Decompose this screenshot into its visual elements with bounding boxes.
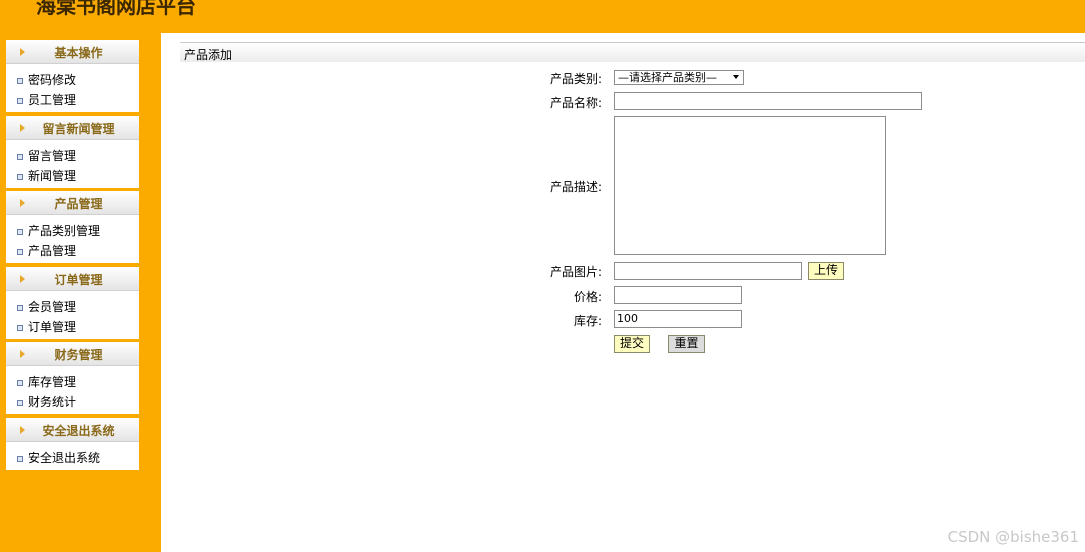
price-input[interactable]	[614, 286, 742, 304]
menu-group-header[interactable]: 基本操作	[6, 40, 139, 64]
category-label: 产品类别:	[549, 72, 602, 86]
menu-item-label: 财务统计	[28, 395, 77, 409]
menu-item-orders[interactable]: 订单管理	[6, 317, 139, 337]
menu-group-title: 产品管理	[54, 197, 103, 211]
menu-group-basic: 基本操作 密码修改 员工管理	[6, 40, 139, 112]
menu-item-label: 留言管理	[28, 149, 77, 163]
menu-group-products: 产品管理 产品类别管理 产品管理	[6, 191, 139, 263]
menu-group-orders: 订单管理 会员管理 订单管理	[6, 267, 139, 339]
bullet-icon	[17, 305, 23, 311]
menu-group-header[interactable]: 订单管理	[6, 267, 139, 291]
panel-header: 产品添加	[180, 42, 1085, 62]
menu-item-finance-stats[interactable]: 财务统计	[6, 392, 139, 412]
stock-label: 库存:	[573, 314, 602, 328]
menu-item-label: 订单管理	[28, 320, 77, 334]
menu-group-title: 基本操作	[54, 46, 103, 60]
bullet-icon	[17, 249, 23, 255]
watermark: CSDN @bishe361	[947, 528, 1079, 546]
menu-item-label: 员工管理	[28, 93, 77, 107]
menu-group-header[interactable]: 财务管理	[6, 342, 139, 366]
menu-group-logout: 安全退出系统 安全退出系统	[6, 418, 139, 470]
bullet-icon	[17, 98, 23, 104]
menu-item-inventory[interactable]: 库存管理	[6, 372, 139, 392]
menu-item-product-categories[interactable]: 产品类别管理	[6, 221, 139, 241]
menu-item-password[interactable]: 密码修改	[6, 70, 139, 90]
menu-item-products[interactable]: 产品管理	[6, 241, 139, 261]
image-label: 产品图片:	[549, 265, 602, 279]
bullet-icon	[17, 380, 23, 386]
bullet-icon	[17, 456, 23, 462]
menu-item-label: 会员管理	[28, 300, 77, 314]
menu-item-members[interactable]: 会员管理	[6, 297, 139, 317]
menu-group-title: 财务管理	[54, 348, 103, 362]
menu-item-messages[interactable]: 留言管理	[6, 146, 139, 166]
bullet-icon	[17, 154, 23, 160]
menu-group-finance: 财务管理 库存管理 财务统计	[6, 342, 139, 414]
menu-group-title: 留言新闻管理	[42, 122, 115, 136]
menu-item-news[interactable]: 新闻管理	[6, 166, 139, 186]
menu-item-staff[interactable]: 员工管理	[6, 90, 139, 110]
bullet-icon	[17, 229, 23, 235]
category-select-value: —请选择产品类别—	[618, 71, 717, 84]
menu-item-label: 新闻管理	[28, 169, 77, 183]
menu-item-label: 产品类别管理	[28, 224, 101, 238]
bullet-icon	[17, 325, 23, 331]
site-title: 海棠书阁网店平台	[36, 0, 196, 18]
menu-group-title: 订单管理	[54, 273, 103, 287]
menu-group-header[interactable]: 留言新闻管理	[6, 116, 139, 140]
price-label: 价格:	[573, 290, 602, 304]
panel-title: 产品添加	[184, 48, 233, 62]
stock-input[interactable]: 100	[614, 310, 742, 328]
menu-item-logout[interactable]: 安全退出系统	[6, 448, 139, 468]
bullet-icon	[17, 400, 23, 406]
description-textarea[interactable]	[614, 116, 886, 255]
menu-item-label: 库存管理	[28, 375, 77, 389]
image-path-input[interactable]	[614, 262, 802, 280]
category-select[interactable]: —请选择产品类别—	[614, 70, 744, 85]
menu-group-header[interactable]: 产品管理	[6, 191, 139, 215]
sidebar: 基本操作 密码修改 员工管理 留言新闻管理 留言管理 新闻管理 产品管理 产品类…	[0, 33, 161, 552]
menu-group-messages-news: 留言新闻管理 留言管理 新闻管理	[6, 116, 139, 188]
bullet-icon	[17, 78, 23, 84]
name-label: 产品名称:	[549, 96, 602, 110]
chevron-down-icon	[733, 75, 739, 79]
menu-item-label: 产品管理	[28, 244, 77, 258]
bullet-icon	[17, 174, 23, 180]
description-label: 产品描述:	[549, 180, 602, 194]
menu-group-title: 安全退出系统	[42, 424, 115, 438]
header-bar: 海棠书阁网店平台	[0, 0, 1085, 33]
menu-item-label: 安全退出系统	[28, 451, 101, 465]
upload-button[interactable]: 上传	[808, 262, 844, 280]
main-content: 产品添加	[180, 42, 1085, 62]
menu-group-header[interactable]: 安全退出系统	[6, 418, 139, 442]
submit-button[interactable]: 提交	[614, 335, 650, 353]
menu-item-label: 密码修改	[28, 73, 77, 87]
reset-button[interactable]: 重置	[668, 335, 705, 353]
name-input[interactable]	[614, 92, 922, 110]
